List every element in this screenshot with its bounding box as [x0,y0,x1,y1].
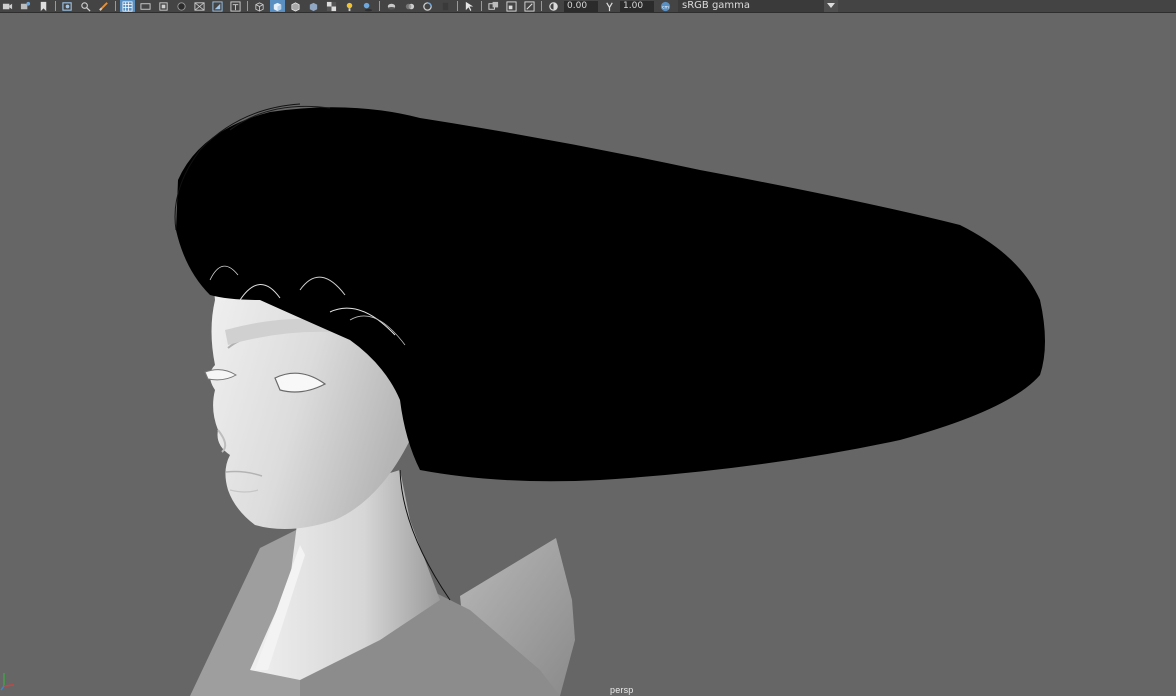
bookmark-button[interactable] [36,0,51,12]
gate-mask-button[interactable] [174,0,189,12]
film-gate-icon [140,2,151,10]
wireframe-on-shaded-button[interactable] [288,0,303,12]
color-management-button[interactable]: cm [658,0,673,12]
wireframe-icon [255,1,264,12]
resolution-gate-icon [159,1,168,11]
viewport-toolbar: 0.00 1.00 cm sRGB gamma [0,0,1176,13]
textured-icon [326,1,337,11]
use-all-lights-icon [346,2,353,11]
isolate-select-icon [465,1,474,11]
grid-toggle-button[interactable] [120,0,135,12]
color-space-label: sRGB gamma [682,0,751,11]
use-default-material-icon [309,2,318,11]
depth-of-field-icon [442,2,449,10]
depth-of-field-button[interactable] [438,0,453,12]
motion-blur-button[interactable] [402,0,417,12]
toolbar-separator [115,1,116,11]
image-plane-button[interactable] [60,0,75,12]
isolate-select-button[interactable] [462,0,477,12]
gate-mask-icon [177,1,186,11]
resolution-gate-button[interactable] [156,0,171,12]
xray-icon [488,1,499,10]
dropdown-arrow-icon [824,0,838,12]
toolbar-separator [55,1,56,11]
field-chart-icon [194,1,205,11]
screen-space-ao-icon [387,3,396,10]
gamma-button[interactable] [602,0,617,12]
camera-attributes-icon [20,1,31,9]
exposure-button[interactable] [546,0,561,12]
wireframe-button[interactable] [252,0,267,12]
field-chart-button[interactable] [192,0,207,12]
color-space-dropdown[interactable]: sRGB gamma [678,0,838,12]
xray-components-icon [524,0,535,12]
grease-pencil-button[interactable] [96,0,111,12]
gamma-field[interactable]: 1.00 [620,0,654,12]
image-plane-icon [62,1,72,11]
axis-gizmo [0,673,15,691]
scene-canvas [174,103,1045,696]
shadows-button[interactable] [360,0,375,12]
xray-joints-button[interactable] [504,0,519,12]
xray-components-button[interactable] [522,0,537,12]
perspective-viewport[interactable]: persp [0,13,1176,696]
safe-action-button[interactable] [210,0,225,12]
safe-title-button[interactable] [228,0,243,12]
camera-attributes-button[interactable] [18,0,33,12]
film-gate-button[interactable] [138,0,153,12]
use-all-lights-button[interactable] [342,0,357,12]
select-camera-icon [2,3,13,9]
maya-viewport-window: 0.00 1.00 cm sRGB gamma persp [0,0,1176,696]
safe-action-icon [212,0,223,12]
grid-icon [122,1,133,11]
textured-button[interactable] [324,0,339,12]
toolbar-separator [379,1,380,11]
xray-joints-icon [506,0,517,12]
toolbar-separator [541,1,542,11]
color-management-icon: cm [660,1,671,11]
two-d-pan-icon [81,1,91,12]
select-camera-button[interactable] [0,0,15,12]
smooth-shade-button[interactable] [270,0,285,12]
smooth-shade-icon [273,2,282,11]
bookmark-icon [40,1,47,11]
toolbar-separator [247,1,248,11]
exposure-icon [549,1,558,11]
toolbar-separator [457,1,458,11]
anti-aliasing-icon [423,1,432,11]
safe-title-icon [230,0,241,12]
gamma-icon [606,2,613,11]
motion-blur-icon [405,3,415,9]
xray-button[interactable] [486,0,501,12]
grease-pencil-icon [99,1,108,11]
svg-text:cm: cm [662,5,670,10]
anti-aliasing-button[interactable] [420,0,435,12]
exposure-field[interactable]: 0.00 [564,0,598,12]
shadows-icon [363,2,373,11]
toolbar-separator [481,1,482,11]
two-d-pan-button[interactable] [78,0,93,12]
camera-name-label: persp [610,685,634,695]
wireframe-on-shaded-icon [291,1,300,11]
use-default-material-button[interactable] [306,0,321,12]
screen-space-ao-button[interactable] [384,0,399,12]
